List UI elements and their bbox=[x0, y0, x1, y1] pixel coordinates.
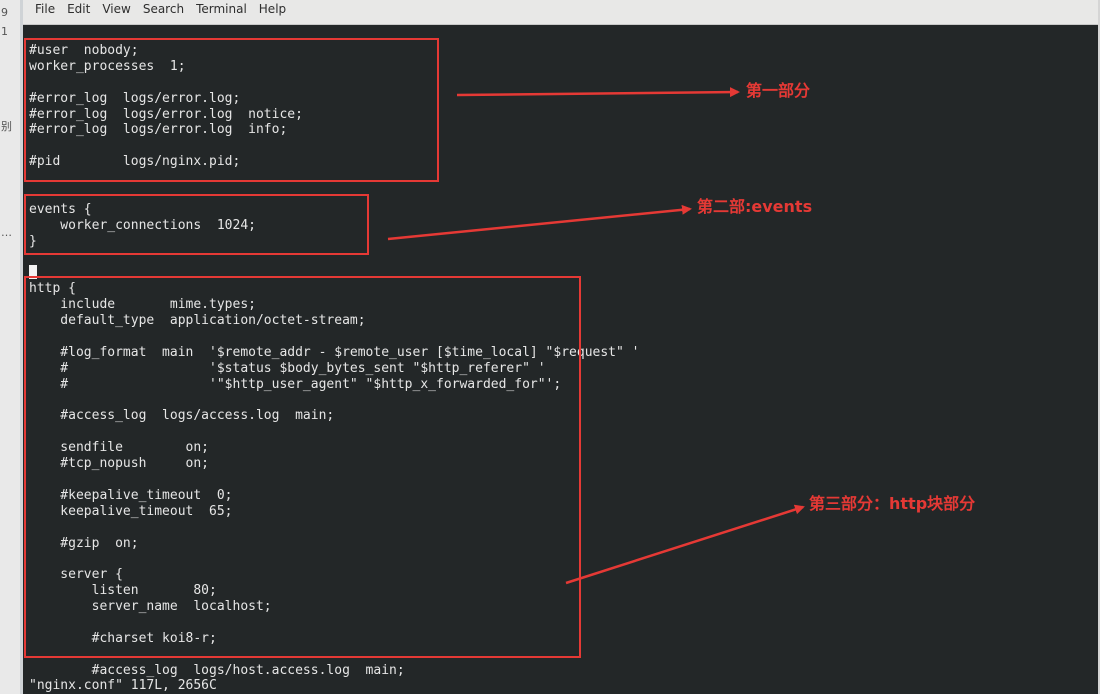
background-fragment: 9 bbox=[1, 6, 8, 19]
background-app-strip: 9 1 别 … bbox=[0, 0, 20, 694]
menu-edit[interactable]: Edit bbox=[61, 2, 96, 16]
annotation-label-part1: 第一部分 bbox=[746, 81, 811, 100]
background-fragment: 别 bbox=[1, 120, 12, 133]
annotation-box-part1 bbox=[24, 38, 439, 182]
menu-search[interactable]: Search bbox=[137, 2, 190, 16]
annotation-label-part3: 第三部分：http块部分 bbox=[809, 494, 976, 513]
annotation-box-part3 bbox=[24, 276, 581, 658]
background-fragment: … bbox=[1, 226, 12, 239]
code-line: #access_log logs/host.access.log main; bbox=[29, 662, 405, 678]
menu-help[interactable]: Help bbox=[253, 2, 292, 16]
vim-status-line: "nginx.conf" 117L, 2656C bbox=[29, 678, 217, 693]
menu-terminal[interactable]: Terminal bbox=[190, 2, 253, 16]
terminal-menubar: File Edit View Search Terminal Help bbox=[23, 0, 1098, 25]
annotation-box-part2 bbox=[24, 194, 369, 255]
menu-file[interactable]: File bbox=[23, 2, 61, 16]
menu-view[interactable]: View bbox=[96, 2, 136, 16]
background-fragment: 1 bbox=[1, 25, 8, 38]
annotation-label-part2: 第二部:events bbox=[697, 197, 813, 216]
